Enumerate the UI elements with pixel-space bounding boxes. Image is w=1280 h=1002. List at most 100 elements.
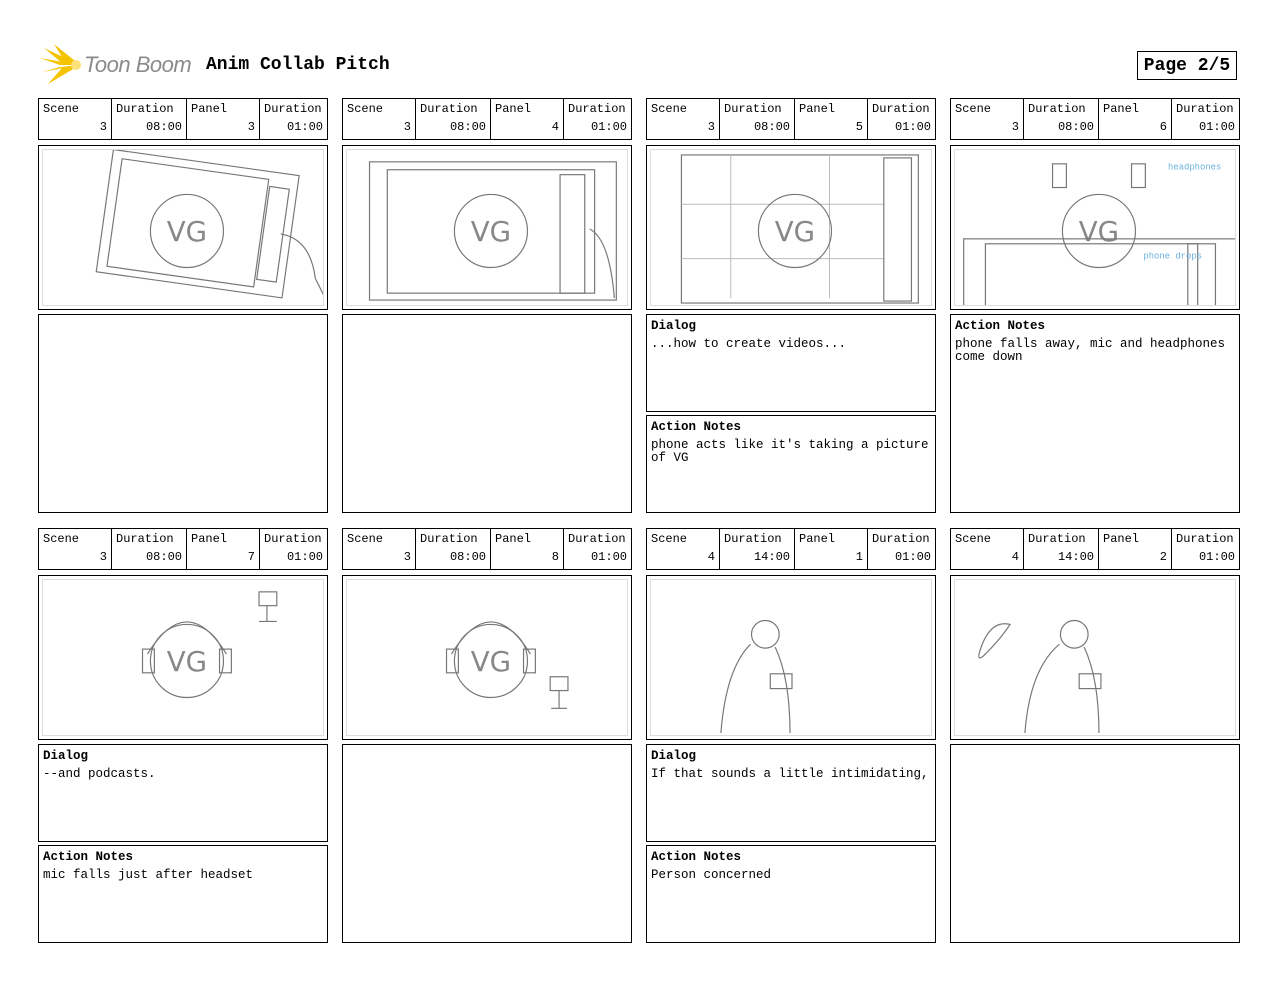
empty-notes-box: [950, 744, 1240, 943]
sketch-drawing: [650, 579, 932, 736]
scene-label: Scene: [955, 102, 992, 116]
dialog-text: ...how to create videos...: [651, 337, 847, 351]
panel-sketch-image: VG: [38, 575, 328, 740]
scene-value: 3: [707, 120, 715, 134]
duration-label: Duration: [116, 532, 174, 546]
empty-notes-box: [38, 314, 328, 513]
action-notes-box: Action Notes phone falls away, mic and he…: [950, 314, 1240, 513]
scene-cell: Scene 3: [39, 99, 112, 139]
duration-label: Duration: [1176, 532, 1234, 546]
panel-duration-cell: Duration 01:00: [260, 99, 327, 139]
svg-text:VG: VG: [167, 645, 207, 678]
panel-sketch-image: VG headphones phone drops: [950, 145, 1240, 310]
scene-duration-value: 14:00: [753, 550, 790, 564]
panel-header: Scene 3 Duration 08:00 Panel 7 Duration 01:0…: [38, 528, 328, 570]
panel-header: Scene 3 Duration 08:00 Panel 3 Duration 01:0…: [38, 98, 328, 140]
scene-duration-value: 08:00: [145, 550, 182, 564]
scene-value: 3: [1011, 120, 1019, 134]
scene-duration-cell: Duration 08:00: [720, 99, 795, 139]
panel-value: 8: [551, 550, 559, 564]
scene-cell: Scene 3: [343, 99, 416, 139]
panel-header: Scene 4 Duration 14:00 Panel 1 Duration 01:0…: [646, 528, 936, 570]
action-notes-text: phone falls away, mic and headphones com…: [955, 337, 1233, 364]
action-notes-text: Person concerned: [651, 868, 772, 882]
dialog-box: Dialog ...how to create videos...: [646, 314, 936, 412]
sketch-drawing: [954, 579, 1236, 736]
action-notes-text: mic falls just after headset: [43, 868, 254, 882]
panel-sketch-image: VG: [342, 575, 632, 740]
action-notes-label: Action Notes: [955, 319, 1046, 333]
scene-duration-value: 08:00: [449, 120, 486, 134]
scene-duration-cell: Duration 08:00: [416, 529, 491, 569]
panel-value: 6: [1159, 120, 1167, 134]
svg-text:VG: VG: [167, 215, 207, 248]
duration-label: Duration: [1176, 102, 1234, 116]
scene-cell: Scene 4: [647, 529, 720, 569]
scene-value: 3: [99, 120, 107, 134]
scene-cell: Scene 3: [39, 529, 112, 569]
panel-cell: Panel 6: [1099, 99, 1172, 139]
panel-duration-cell: Duration 01:00: [564, 99, 631, 139]
duration-label: Duration: [264, 532, 322, 546]
scene-label: Scene: [651, 532, 688, 546]
panel-value: 2: [1159, 550, 1167, 564]
scene-duration-value: 08:00: [145, 120, 182, 134]
action-notes-label: Action Notes: [651, 420, 742, 434]
panel-sketch-image: VG: [38, 145, 328, 310]
panel-duration-value: 01:00: [894, 550, 931, 564]
toon-boom-logo: Toon Boom: [40, 44, 192, 86]
sketch-drawing: VG: [42, 149, 324, 306]
panel-header: Scene 4 Duration 14:00 Panel 2 Duration 01:0…: [950, 528, 1240, 570]
scene-label: Scene: [955, 532, 992, 546]
svg-text:VG: VG: [1079, 215, 1119, 248]
panel-duration-cell: Duration 01:00: [260, 529, 327, 569]
scene-duration-cell: Duration 14:00: [1024, 529, 1099, 569]
duration-label: Duration: [116, 102, 174, 116]
panel-duration-value: 01:00: [1198, 550, 1235, 564]
panel-value: 3: [247, 120, 255, 134]
panel-duration-value: 01:00: [286, 120, 323, 134]
dialog-text: --and podcasts.: [43, 767, 156, 781]
scene-duration-cell: Duration 08:00: [416, 99, 491, 139]
duration-label: Duration: [568, 102, 626, 116]
panel-cell: Panel 4: [491, 99, 564, 139]
scene-value: 3: [99, 550, 107, 564]
logo-text: Toon Boom: [84, 52, 192, 77]
duration-label: Duration: [1028, 102, 1086, 116]
scene-duration-cell: Duration 14:00: [720, 529, 795, 569]
panel-header: Scene 3 Duration 08:00 Panel 6 Duration 01:0…: [950, 98, 1240, 140]
panel-cell: Panel 1: [795, 529, 868, 569]
sketch-drawing: VG: [346, 579, 628, 736]
scene-duration-value: 08:00: [753, 120, 790, 134]
panel-duration-value: 01:00: [286, 550, 323, 564]
dialog-label: Dialog: [43, 749, 89, 763]
sketch-drawing: VG: [346, 149, 628, 306]
svg-text:VG: VG: [775, 215, 815, 248]
action-notes-label: Action Notes: [43, 850, 134, 864]
duration-label: Duration: [420, 102, 478, 116]
action-notes-text: phone acts like it's taking a picture of…: [651, 438, 937, 465]
dialog-text: If that sounds a little intimidating,: [651, 767, 929, 781]
duration-label: Duration: [724, 532, 782, 546]
scene-label: Scene: [347, 102, 384, 116]
svg-text:VG: VG: [471, 215, 511, 248]
svg-text:headphones: headphones: [1168, 163, 1221, 173]
duration-label: Duration: [568, 532, 626, 546]
dialog-label: Dialog: [651, 749, 697, 763]
scene-cell: Scene 3: [951, 99, 1024, 139]
panel-duration-cell: Duration 01:00: [868, 99, 935, 139]
panel-duration-value: 01:00: [894, 120, 931, 134]
panel-duration-value: 01:00: [590, 550, 627, 564]
sketch-drawing: VG: [42, 579, 324, 736]
sketch-drawing: VG: [650, 149, 932, 306]
svg-text:VG: VG: [471, 645, 511, 678]
panel-cell: Panel 7: [187, 529, 260, 569]
panel-cell: Panel 8: [491, 529, 564, 569]
panel-duration-cell: Duration 01:00: [1172, 529, 1239, 569]
dialog-box: Dialog --and podcasts.: [38, 744, 328, 842]
duration-label: Duration: [872, 532, 930, 546]
panel-sketch-image: VG: [646, 145, 936, 310]
scene-cell: Scene 3: [647, 99, 720, 139]
scene-value: 3: [403, 120, 411, 134]
empty-notes-box: [342, 744, 632, 943]
